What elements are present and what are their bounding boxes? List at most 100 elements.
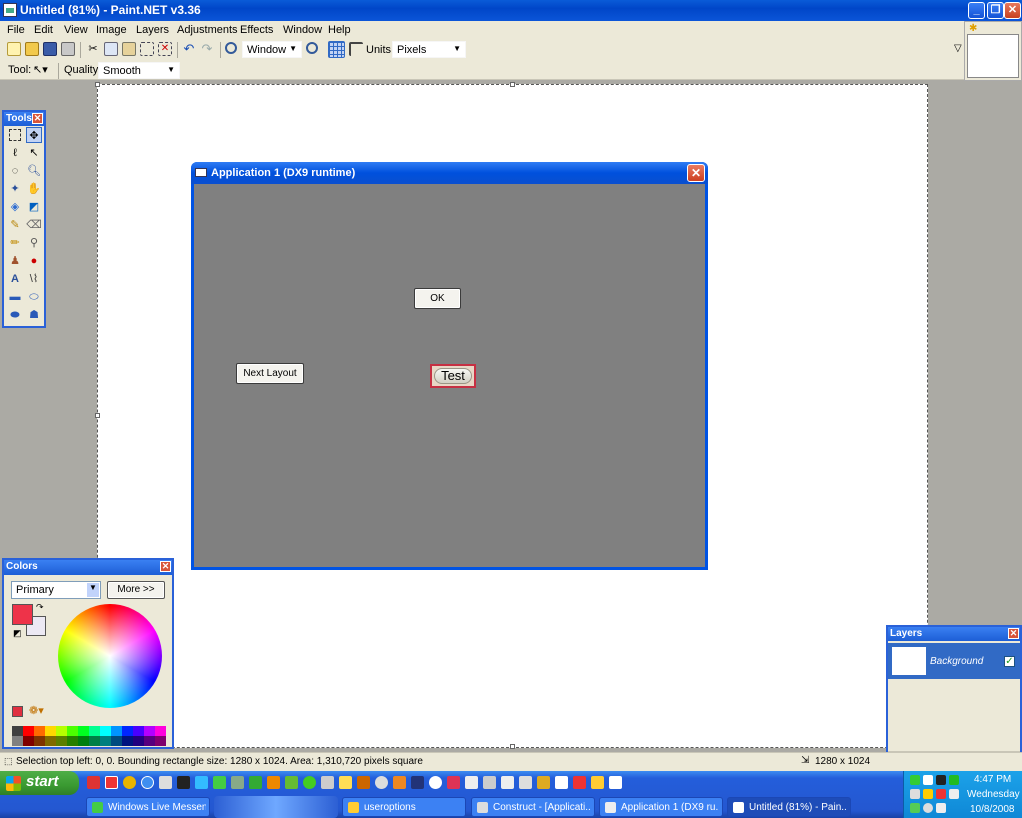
close-button[interactable]: ✕ bbox=[1004, 2, 1021, 19]
undo-icon[interactable]: ↶ bbox=[182, 42, 196, 56]
next-layout-button[interactable]: Next Layout bbox=[236, 363, 304, 384]
quicklaunch-app-icon[interactable] bbox=[231, 776, 244, 789]
line-curve-tool-icon[interactable]: \⌇ bbox=[26, 271, 42, 287]
zoom-in-icon[interactable] bbox=[306, 42, 318, 54]
rulers-icon[interactable] bbox=[349, 42, 363, 56]
palette-swatch[interactable] bbox=[34, 736, 45, 746]
color-picker-tool-icon[interactable]: ⚲ bbox=[26, 235, 42, 251]
palette-swatch[interactable] bbox=[56, 736, 67, 746]
quicklaunch-app-icon[interactable] bbox=[519, 776, 532, 789]
quicklaunch-app-icon[interactable] bbox=[537, 776, 550, 789]
rectangle-tool-icon[interactable]: ▬ bbox=[7, 289, 23, 305]
paint-bucket-tool-icon[interactable]: ◈ bbox=[7, 199, 23, 215]
chrome-icon[interactable] bbox=[123, 776, 136, 789]
crop-icon[interactable] bbox=[140, 42, 154, 56]
msn-icon[interactable] bbox=[213, 776, 226, 789]
quicklaunch-app-icon[interactable] bbox=[339, 776, 352, 789]
task-windows-live-messenger[interactable]: Windows Live Messen... bbox=[86, 797, 210, 817]
deselect-icon[interactable]: ✕ bbox=[158, 42, 172, 56]
selection-handle[interactable] bbox=[510, 744, 515, 749]
quicklaunch-app-icon[interactable] bbox=[447, 776, 460, 789]
security-shield-icon[interactable] bbox=[923, 789, 933, 799]
quicklaunch-app-icon[interactable] bbox=[393, 776, 406, 789]
palette-swatch[interactable] bbox=[100, 736, 111, 746]
palette-swatch[interactable] bbox=[144, 736, 155, 746]
menu-image[interactable]: Image bbox=[96, 24, 127, 36]
tools-panel-close-button[interactable]: ✕ bbox=[32, 113, 43, 124]
grid-icon[interactable] bbox=[328, 41, 345, 58]
tray-icon[interactable] bbox=[910, 803, 920, 813]
quicklaunch-app-icon[interactable] bbox=[483, 776, 496, 789]
aim-icon[interactable] bbox=[87, 776, 100, 789]
tray-icon[interactable] bbox=[936, 775, 946, 785]
palette-swatch[interactable] bbox=[56, 726, 67, 736]
palette-swatch[interactable] bbox=[45, 726, 56, 736]
task-paintnet[interactable]: Untitled (81%) - Pain... bbox=[727, 797, 851, 817]
tray-icon[interactable] bbox=[923, 775, 933, 785]
zoom-tool-icon[interactable]: 🔍︎ bbox=[26, 163, 42, 179]
menu-edit[interactable]: Edit bbox=[34, 24, 53, 36]
toolbar-overflow-icon[interactable]: ▽ bbox=[954, 43, 962, 54]
ellipse-tool-icon[interactable]: ⬬ bbox=[7, 307, 23, 323]
palette-swatch[interactable] bbox=[111, 736, 122, 746]
rounded-rectangle-tool-icon[interactable]: ⬭ bbox=[26, 289, 42, 305]
volume-icon[interactable] bbox=[949, 789, 959, 799]
menu-view[interactable]: View bbox=[64, 24, 88, 36]
clock-time[interactable]: 4:47 PM bbox=[974, 774, 1011, 785]
layer-visibility-checkbox[interactable]: ✓ bbox=[1004, 656, 1015, 667]
color-mode-dropdown[interactable]: Primary ▼ bbox=[11, 581, 101, 599]
move-selection-tool-icon[interactable]: ↖ bbox=[26, 145, 42, 161]
task-application-1[interactable]: Application 1 (DX9 ru... bbox=[599, 797, 723, 817]
quicklaunch-app-icon[interactable] bbox=[573, 776, 586, 789]
ellipse-select-tool-icon[interactable]: ◌ bbox=[7, 163, 23, 179]
lasso-select-tool-icon[interactable]: ℓ bbox=[7, 145, 23, 161]
open-icon[interactable] bbox=[25, 42, 39, 56]
palette-swatch[interactable] bbox=[23, 736, 34, 746]
palette-swatch[interactable] bbox=[111, 726, 122, 736]
print-icon[interactable] bbox=[61, 42, 75, 56]
reset-colors-icon[interactable]: ◩ bbox=[13, 628, 22, 639]
test-button[interactable]: Test bbox=[430, 364, 476, 388]
text-tool-icon[interactable]: A bbox=[7, 271, 23, 287]
restore-button[interactable]: ❐ bbox=[987, 2, 1004, 19]
gradient-tool-icon[interactable]: ◩ bbox=[26, 199, 42, 215]
quicklaunch-app-icon[interactable] bbox=[465, 776, 478, 789]
quicklaunch-app-icon[interactable] bbox=[357, 776, 370, 789]
quicklaunch-app-icon[interactable] bbox=[609, 776, 622, 789]
quicklaunch-app-icon[interactable] bbox=[411, 776, 424, 789]
copy-icon[interactable] bbox=[104, 42, 118, 56]
save-icon[interactable] bbox=[43, 42, 57, 56]
units-dropdown[interactable]: Pixels ▼ bbox=[392, 41, 466, 58]
quality-dropdown[interactable]: Smooth ▼ bbox=[98, 62, 180, 79]
more-colors-button[interactable]: More >> bbox=[107, 581, 165, 599]
minimize-button[interactable]: _ bbox=[968, 2, 985, 19]
tray-icon[interactable] bbox=[936, 789, 946, 799]
palette-swatch[interactable] bbox=[78, 736, 89, 746]
palette-swatch[interactable] bbox=[144, 726, 155, 736]
redo-icon[interactable]: ↷ bbox=[200, 42, 214, 56]
menu-help[interactable]: Help bbox=[328, 24, 351, 36]
menu-layers[interactable]: Layers bbox=[136, 24, 169, 36]
recolor-tool-icon[interactable]: ● bbox=[26, 253, 42, 269]
add-to-palette-icon[interactable] bbox=[12, 706, 23, 717]
task-useroptions[interactable]: useroptions bbox=[342, 797, 466, 817]
palette-swatch[interactable] bbox=[155, 736, 166, 746]
quicklaunch-app-icon[interactable] bbox=[105, 776, 118, 789]
palette-swatch[interactable] bbox=[67, 726, 78, 736]
move-selected-pixels-tool-icon[interactable]: ✥ bbox=[26, 127, 42, 143]
task-construct[interactable]: Construct - [Applicati... bbox=[471, 797, 595, 817]
rectangle-select-tool-icon[interactable] bbox=[9, 129, 21, 141]
tray-icon[interactable] bbox=[910, 775, 920, 785]
layer-row-background[interactable]: Background ✓ bbox=[888, 643, 1020, 679]
freeform-shape-tool-icon[interactable]: ☗ bbox=[26, 307, 42, 323]
palette-swatch[interactable] bbox=[45, 736, 56, 746]
palette-swatch[interactable] bbox=[78, 726, 89, 736]
colors-panel-close-button[interactable]: ✕ bbox=[160, 561, 171, 572]
start-button[interactable]: start bbox=[0, 771, 79, 795]
palette-swatch[interactable] bbox=[133, 726, 144, 736]
ok-button[interactable]: OK bbox=[414, 288, 461, 309]
tray-icon[interactable] bbox=[949, 775, 959, 785]
primary-color-swatch[interactable] bbox=[12, 604, 33, 625]
folder-icon[interactable] bbox=[591, 776, 604, 789]
palette-swatch[interactable] bbox=[12, 736, 23, 746]
